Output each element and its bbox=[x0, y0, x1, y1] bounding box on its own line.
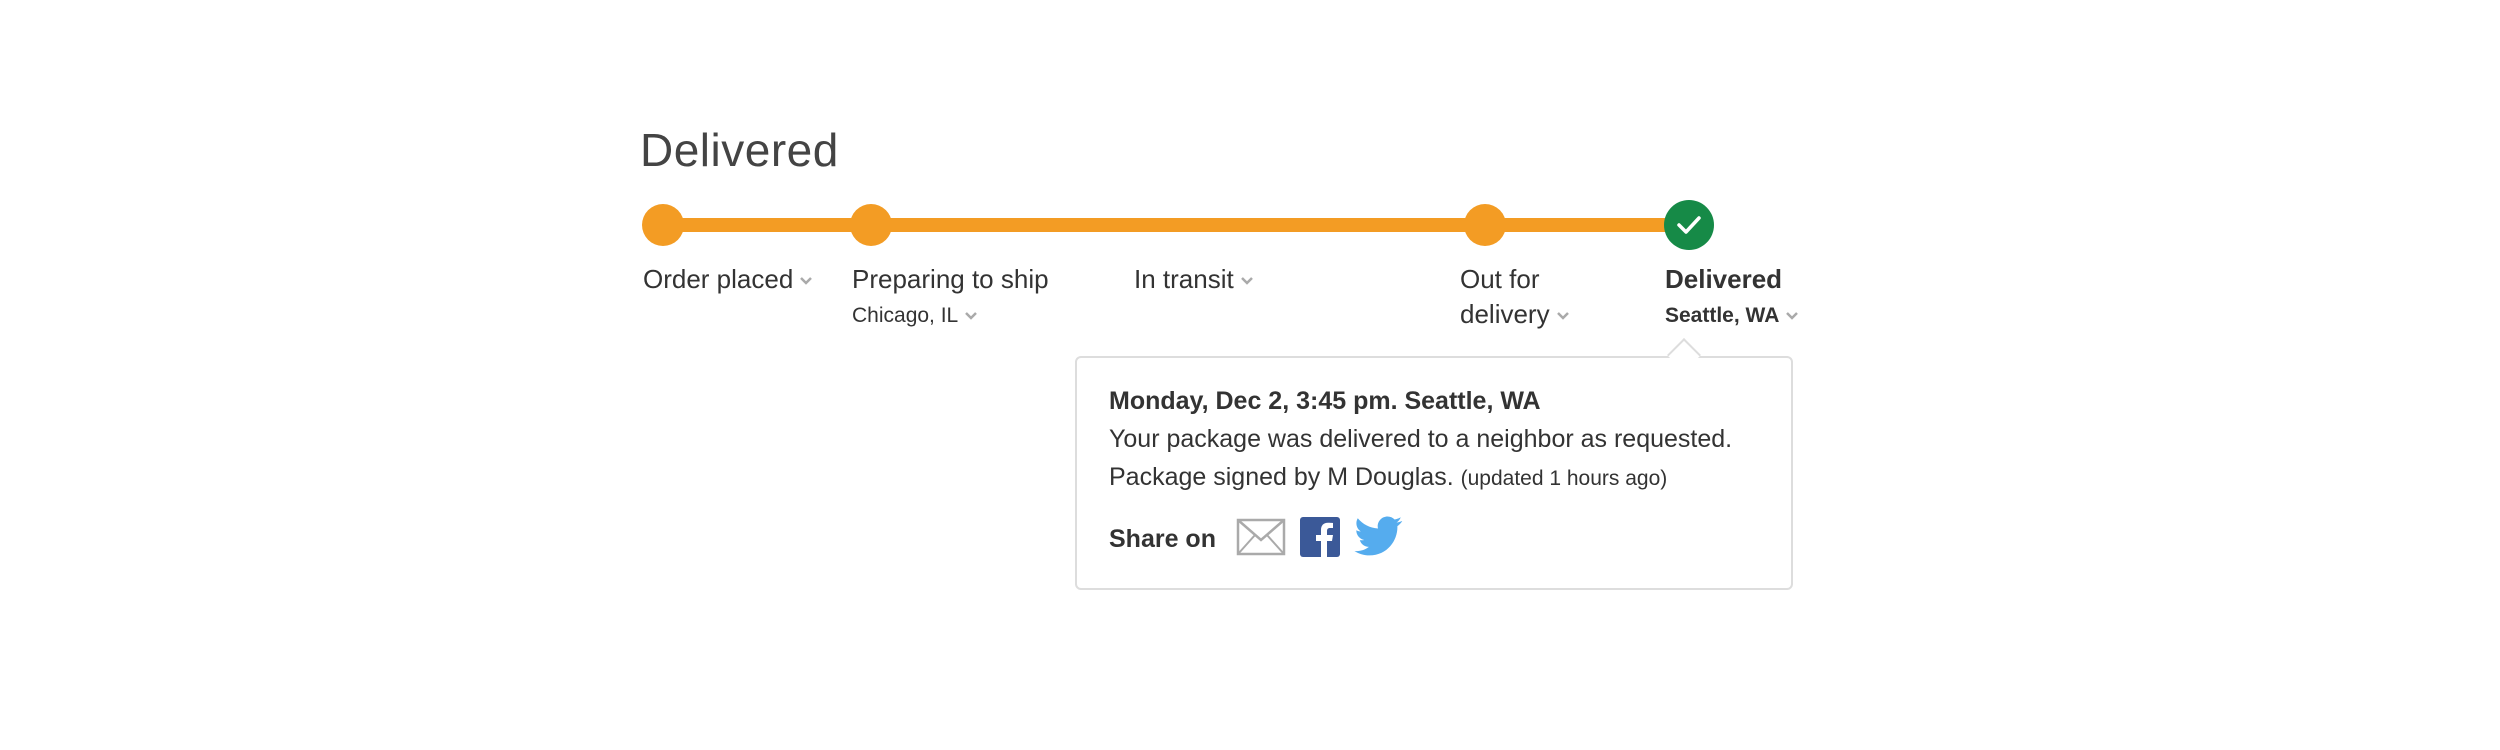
check-icon bbox=[1677, 216, 1701, 234]
step-node-out-for-delivery bbox=[1464, 204, 1506, 246]
twitter-share-button[interactable] bbox=[1354, 516, 1404, 563]
signed-by: Package signed by M Douglas. bbox=[1109, 463, 1454, 491]
step-label: Order placed bbox=[643, 264, 794, 294]
facebook-icon bbox=[1299, 517, 1340, 557]
step-node-delivered bbox=[1664, 200, 1714, 250]
tracking-panel: Delivered Order placed Preparing to ship… bbox=[0, 0, 2500, 750]
delivery-details-popover: Monday, Dec 2, 3:45 pm. Seattle, WA Your… bbox=[1075, 356, 1793, 590]
chevron-down-icon bbox=[965, 312, 978, 321]
email-icon bbox=[1236, 518, 1286, 556]
delivery-timestamp: Monday, Dec 2, 3:45 pm. Seattle, WA bbox=[1109, 387, 1541, 415]
step-node-order-placed bbox=[642, 204, 684, 246]
step-location: Seattle, WA bbox=[1665, 304, 1780, 327]
step-label: Preparing to ship bbox=[852, 264, 1049, 294]
chevron-down-icon bbox=[800, 277, 813, 285]
step-label: In transit bbox=[1134, 264, 1234, 294]
chevron-down-icon bbox=[1240, 277, 1253, 285]
step-label: Delivered bbox=[1665, 264, 1783, 294]
step-location: Chicago, IL bbox=[852, 304, 959, 327]
chevron-down-icon bbox=[1786, 312, 1799, 321]
facebook-share-button[interactable] bbox=[1299, 517, 1340, 562]
step-label-line2: delivery bbox=[1460, 299, 1550, 329]
step-out-for-delivery[interactable]: Out for delivery bbox=[1460, 262, 1570, 332]
signature-line: Package signed by M Douglas. (updated 1 … bbox=[1109, 458, 1759, 498]
updated-time: (updated 1 hours ago) bbox=[1460, 467, 1668, 490]
share-row: Share on bbox=[1109, 516, 1418, 563]
step-preparing-to-ship[interactable]: Preparing to ship Chicago, IL bbox=[852, 262, 1049, 331]
twitter-icon bbox=[1354, 516, 1403, 556]
page-title: Delivered bbox=[640, 124, 839, 176]
delivery-message: Your package was delivered to a neighbor… bbox=[1109, 425, 1733, 453]
step-label-line1: Out for bbox=[1460, 264, 1540, 294]
share-label: Share on bbox=[1109, 525, 1216, 553]
progress-track bbox=[660, 218, 1690, 232]
step-node-preparing bbox=[850, 204, 892, 246]
email-share-button[interactable] bbox=[1236, 518, 1286, 561]
chevron-down-icon bbox=[1556, 312, 1569, 320]
step-delivered[interactable]: Delivered Seattle, WA bbox=[1665, 262, 1799, 331]
step-in-transit[interactable]: In transit bbox=[1134, 262, 1254, 297]
step-order-placed[interactable]: Order placed bbox=[643, 262, 813, 297]
